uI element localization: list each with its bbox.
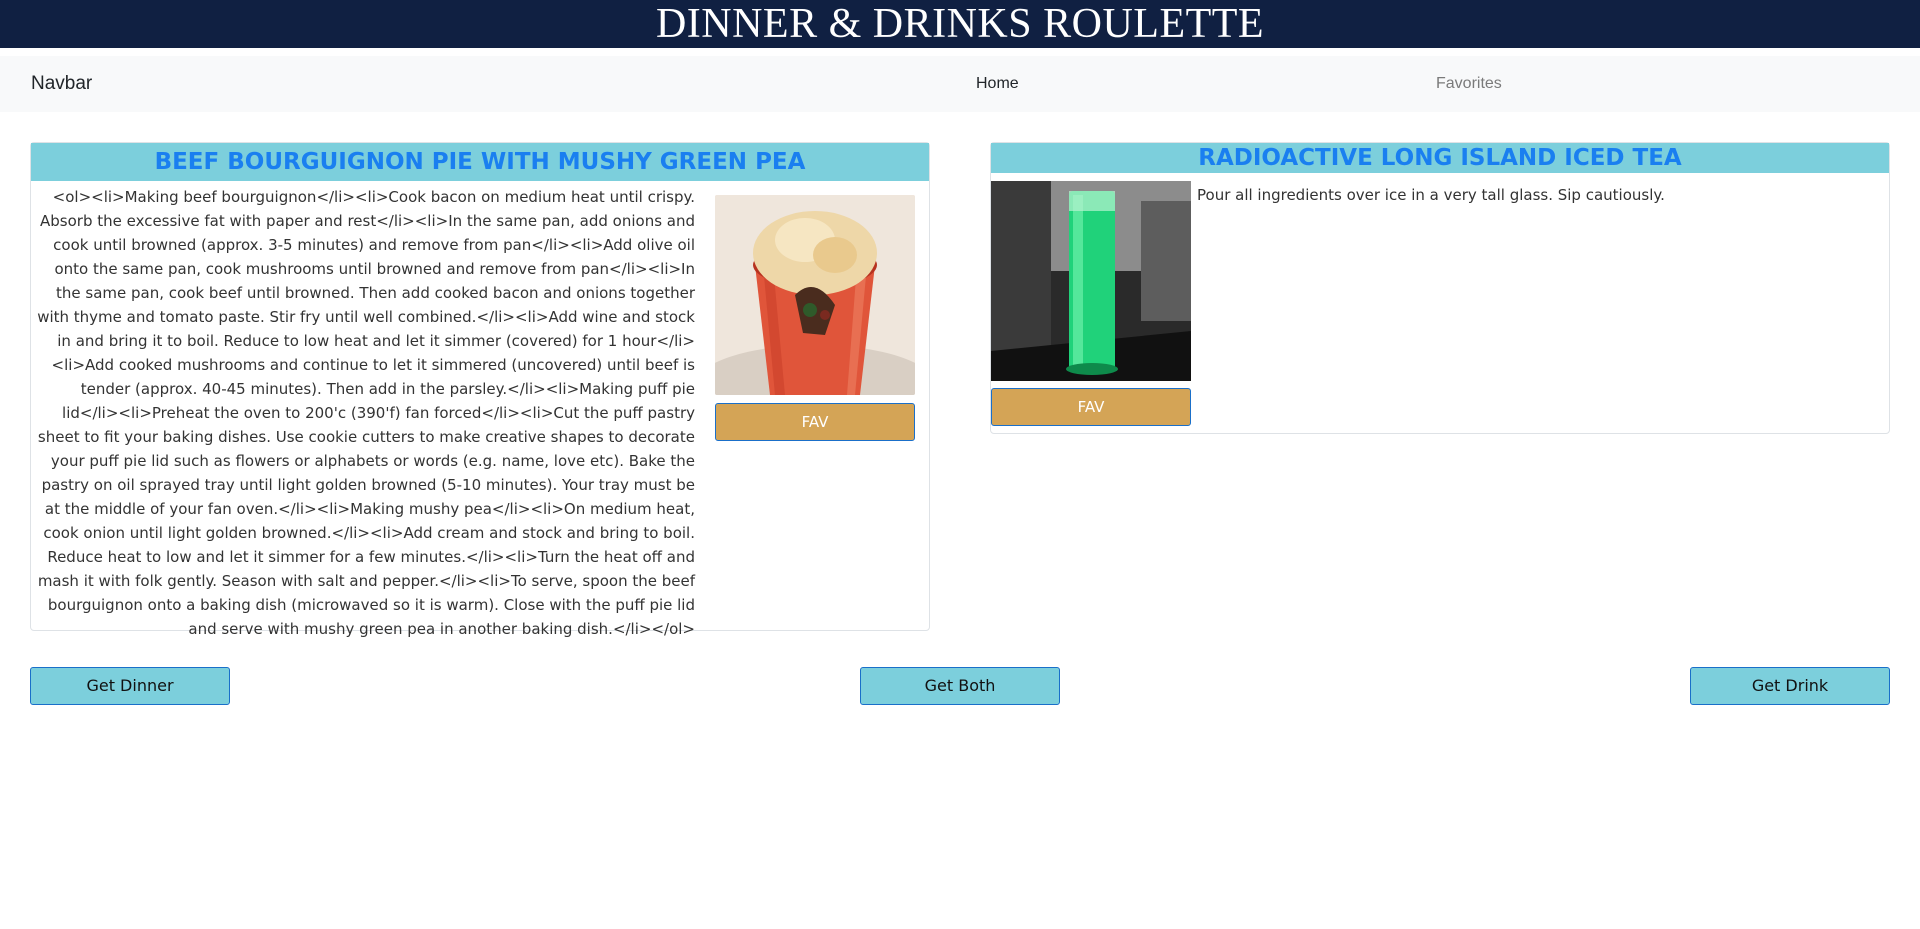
drink-image (991, 181, 1191, 381)
dinner-fav-button[interactable]: FAV (715, 403, 915, 441)
drink-card: RADIOACTIVE LONG ISLAND ICED TEA FAV Pou… (990, 142, 1890, 434)
dinner-instructions: <ol><li>Making beef bourguignon</li><li>… (37, 188, 695, 638)
app-title: DINNER & DRINKS ROULETTE (655, 1, 1265, 47)
get-both-button[interactable]: Get Both (860, 667, 1060, 705)
dinner-image (715, 195, 915, 395)
dinner-card: BEEF BOURGUIGNON PIE WITH MUSHY GREEN PE… (30, 142, 930, 638)
drink-fav-button[interactable]: FAV (991, 388, 1191, 426)
nav-favorites-link[interactable]: Favorites (1436, 56, 1502, 112)
navbar-brand[interactable]: Navbar (31, 56, 92, 112)
get-dinner-button[interactable]: Get Dinner (30, 667, 230, 705)
dinner-title: BEEF BOURGUIGNON PIE WITH MUSHY GREEN PE… (31, 143, 929, 181)
app-banner: DINNER & DRINKS ROULETTE (0, 0, 1920, 48)
get-drink-button[interactable]: Get Drink (1690, 667, 1890, 705)
drink-title: RADIOACTIVE LONG ISLAND ICED TEA (991, 143, 1889, 173)
nav-home-link[interactable]: Home (976, 56, 1019, 112)
drink-instructions: Pour all ingredients over ice in a very … (1197, 186, 1665, 204)
navbar: Navbar Home Favorites (0, 56, 1920, 112)
